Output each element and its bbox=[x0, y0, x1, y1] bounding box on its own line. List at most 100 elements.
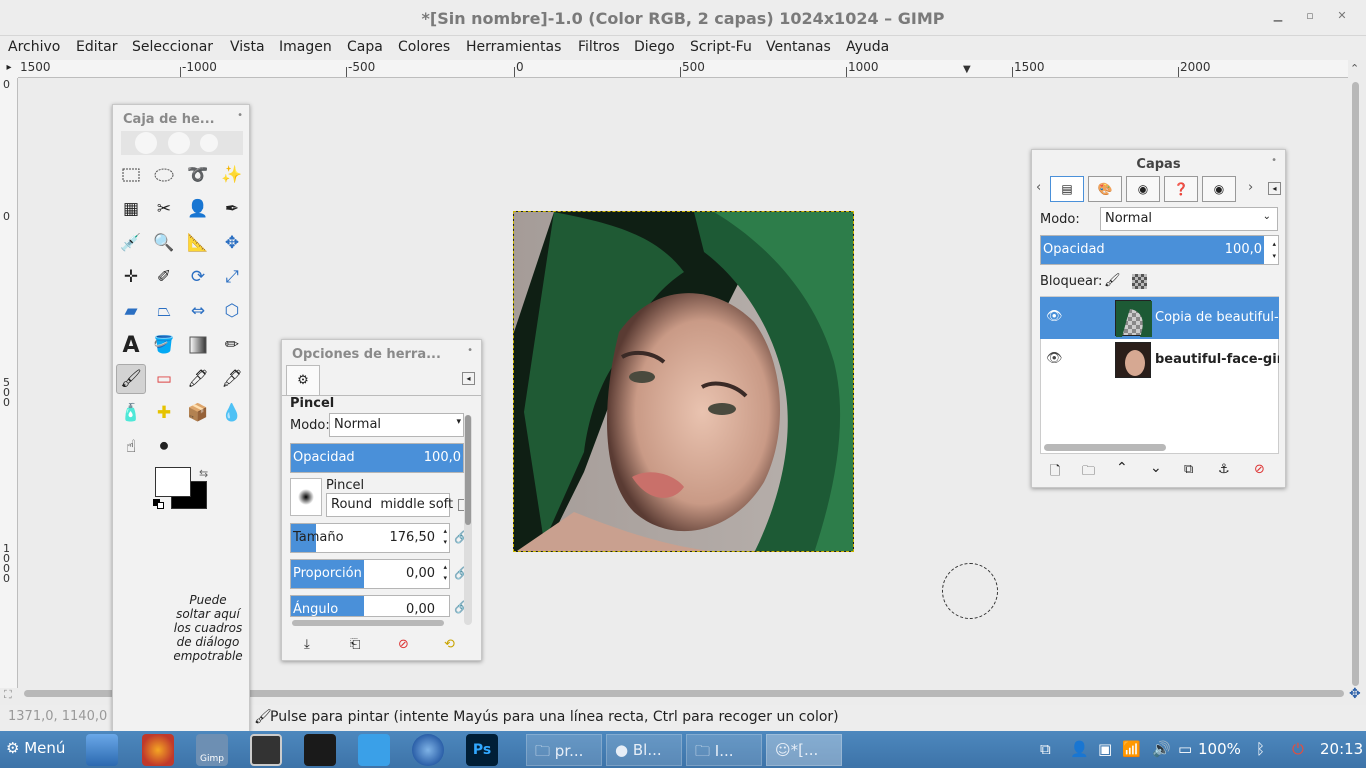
wifi-icon[interactable]: 📶 bbox=[1122, 740, 1141, 758]
duplicate-layer-icon[interactable]: ⧉ bbox=[1184, 462, 1193, 477]
blur-tool-icon[interactable]: 💧 bbox=[217, 398, 247, 428]
terminal-launcher-icon[interactable] bbox=[304, 734, 336, 766]
options-hscrollbar[interactable] bbox=[292, 620, 444, 626]
bluetooth-icon[interactable]: ᛒ bbox=[1256, 740, 1265, 758]
layer-thumbnail[interactable] bbox=[1115, 342, 1151, 378]
paths-tool-icon[interactable]: ✒ bbox=[217, 194, 247, 224]
menu-capa[interactable]: Capa bbox=[347, 39, 383, 55]
menu-script-fu[interactable]: Script-Fu bbox=[690, 39, 752, 55]
photoshop-launcher-icon[interactable]: Ps bbox=[466, 734, 498, 766]
layer-opacity-slider[interactable]: Opacidad 100,0 ▴ ▾ bbox=[1040, 235, 1279, 265]
rotate-tool-icon[interactable]: ⟳ bbox=[183, 262, 213, 292]
text-tool-icon[interactable]: A bbox=[116, 330, 146, 360]
clone-tool-icon[interactable]: 🧴 bbox=[116, 398, 146, 428]
fuzzy-select-tool-icon[interactable]: ✨ bbox=[217, 160, 247, 190]
eraser-tool-icon[interactable]: ▭ bbox=[149, 364, 179, 394]
visibility-eye-icon[interactable]: 👁 bbox=[1046, 309, 1063, 324]
paths-tab-icon[interactable]: ◉ bbox=[1126, 176, 1160, 202]
image-layer-portrait[interactable] bbox=[513, 211, 854, 552]
tool-options-tab-icon[interactable]: ⚙ bbox=[286, 365, 320, 395]
raise-layer-icon[interactable]: ⌃ bbox=[1116, 460, 1128, 476]
scissors-tool-icon[interactable]: ✂ bbox=[149, 194, 179, 224]
lock-pixels-icon[interactable]: 🖌 bbox=[1104, 273, 1121, 288]
layers-title[interactable]: Capas bbox=[1032, 157, 1285, 172]
layer-name[interactable]: Copia de beautiful-fa bbox=[1155, 310, 1279, 325]
show-desktop-icon[interactable] bbox=[86, 734, 118, 766]
menu-editar[interactable]: Editar bbox=[76, 39, 117, 55]
maximize-icon[interactable]: ▫ bbox=[1302, 8, 1318, 24]
task-button-folder-2[interactable]: 🗀 I... bbox=[686, 734, 762, 766]
menu-ayuda[interactable]: Ayuda bbox=[846, 39, 889, 55]
power-icon[interactable]: ⏻ bbox=[1292, 740, 1304, 758]
spin-arrows-icon[interactable]: ▴ ▾ bbox=[443, 526, 447, 548]
layer-name[interactable]: beautiful-face-girl bbox=[1155, 352, 1279, 367]
new-layer-icon[interactable]: 🗋 bbox=[1050, 462, 1060, 484]
select-by-color-tool-icon[interactable]: ▦ bbox=[116, 194, 146, 224]
spin-arrows-icon[interactable]: ▴ ▾ bbox=[443, 562, 447, 584]
lower-layer-icon[interactable]: ⌄ bbox=[1150, 460, 1162, 476]
flip-tool-icon[interactable]: ⇔ bbox=[183, 296, 213, 326]
battery-icon[interactable]: ▭ bbox=[1178, 740, 1192, 758]
task-button-firefox[interactable]: ● Bl... bbox=[606, 734, 682, 766]
airbrush-tool-icon[interactable]: 🖊 bbox=[183, 364, 213, 394]
task-button-gimp[interactable]: ☺*[... bbox=[766, 734, 842, 766]
menu-archivo[interactable]: Archivo bbox=[8, 39, 60, 55]
new-layer-group-icon[interactable]: 🗀 bbox=[1082, 462, 1095, 484]
chevron-up-icon[interactable]: ⌃ bbox=[1350, 62, 1359, 75]
smudge-tool-icon[interactable]: ☝ bbox=[116, 432, 146, 462]
minimize-icon[interactable]: ▁ bbox=[1270, 8, 1286, 24]
channels-tab-icon[interactable]: 🎨 bbox=[1088, 176, 1122, 202]
menu-seleccionar[interactable]: Seleccionar bbox=[132, 39, 213, 55]
tab-menu-icon[interactable]: ◂ bbox=[462, 372, 475, 385]
dock-menu-icon[interactable]: • bbox=[237, 110, 243, 121]
chevron-left-icon[interactable]: ‹ bbox=[1036, 180, 1041, 195]
fg-bg-colors[interactable]: ⇆ bbox=[153, 467, 213, 513]
close-icon[interactable]: ✕ bbox=[1334, 8, 1350, 24]
vertical-scrollbar[interactable]: ⌃ bbox=[1348, 60, 1366, 688]
align-tool-icon[interactable]: ✛ bbox=[116, 262, 146, 292]
heal-tool-icon[interactable]: ✚ bbox=[149, 398, 179, 428]
reset-options-icon[interactable]: ⟲ bbox=[444, 637, 455, 652]
quickmask-toggle-icon[interactable]: ▸ bbox=[0, 60, 18, 78]
dodge-burn-tool-icon[interactable]: ⚫ bbox=[149, 432, 179, 462]
measure-tool-icon[interactable]: 📐 bbox=[183, 228, 213, 258]
size-slider[interactable]: Tamaño 176,50 ▴ ▾ bbox=[290, 523, 450, 553]
options-scrollbar[interactable] bbox=[464, 415, 472, 625]
menu-diego[interactable]: Diego bbox=[634, 39, 675, 55]
bucket-fill-tool-icon[interactable]: 🪣 bbox=[149, 330, 179, 360]
brush-name-field[interactable]: Round middle soft bbox=[326, 493, 453, 517]
menu-herramientas[interactable]: Herramientas bbox=[466, 39, 561, 55]
paintbrush-tool-icon[interactable]: 🖌 bbox=[116, 364, 146, 394]
volume-icon[interactable]: 🔊 bbox=[1152, 740, 1171, 758]
perspective-tool-icon[interactable]: ⏢ bbox=[149, 296, 179, 326]
layers-hscrollbar[interactable] bbox=[1044, 444, 1166, 451]
start-menu-button[interactable]: ⚙ Menú bbox=[6, 739, 65, 757]
move-tool-icon[interactable]: ✥ bbox=[217, 228, 247, 258]
user-icon[interactable]: 👤 bbox=[1070, 740, 1089, 758]
opacity-slider[interactable]: Opacidad 100,0 bbox=[290, 443, 464, 473]
zoom-tool-icon[interactable]: 🔍 bbox=[149, 228, 179, 258]
layer-row[interactable]: 👁 beautiful-face-girl bbox=[1040, 339, 1279, 381]
firefox-launcher-icon[interactable] bbox=[142, 734, 174, 766]
ink-tool-icon[interactable]: 🖋 bbox=[217, 364, 247, 394]
free-select-tool-icon[interactable]: ➰ bbox=[183, 160, 213, 190]
swap-colors-icon[interactable]: ⇆ bbox=[199, 467, 208, 480]
dock-menu-icon[interactable]: • bbox=[467, 345, 473, 356]
undo-history-tab-icon[interactable]: ❓ bbox=[1164, 176, 1198, 202]
blend-tool-icon[interactable] bbox=[183, 330, 213, 360]
crop-tool-icon[interactable]: ✐ bbox=[149, 262, 179, 292]
file-manager-launcher-icon[interactable] bbox=[358, 734, 390, 766]
angle-slider[interactable]: Ángulo 0,00 bbox=[290, 595, 450, 617]
layer-row[interactable]: 👁 Copia de beautiful-fa bbox=[1040, 297, 1279, 339]
color-picker-tool-icon[interactable]: 💉 bbox=[116, 228, 146, 258]
foreground-color-swatch[interactable] bbox=[155, 467, 191, 497]
scale-tool-icon[interactable]: ⤢ bbox=[217, 262, 247, 292]
vertical-scroll-thumb[interactable] bbox=[1352, 82, 1359, 686]
menu-vista[interactable]: Vista bbox=[230, 39, 265, 55]
brush-preview[interactable] bbox=[290, 478, 322, 516]
mode-select[interactable]: Normal ▾ bbox=[329, 413, 464, 437]
rect-select-tool-icon[interactable] bbox=[116, 160, 146, 190]
menu-colores[interactable]: Colores bbox=[398, 39, 450, 55]
tool-options-title[interactable]: Opciones de herra... bbox=[292, 347, 441, 362]
lock-alpha-icon[interactable] bbox=[1132, 274, 1147, 289]
